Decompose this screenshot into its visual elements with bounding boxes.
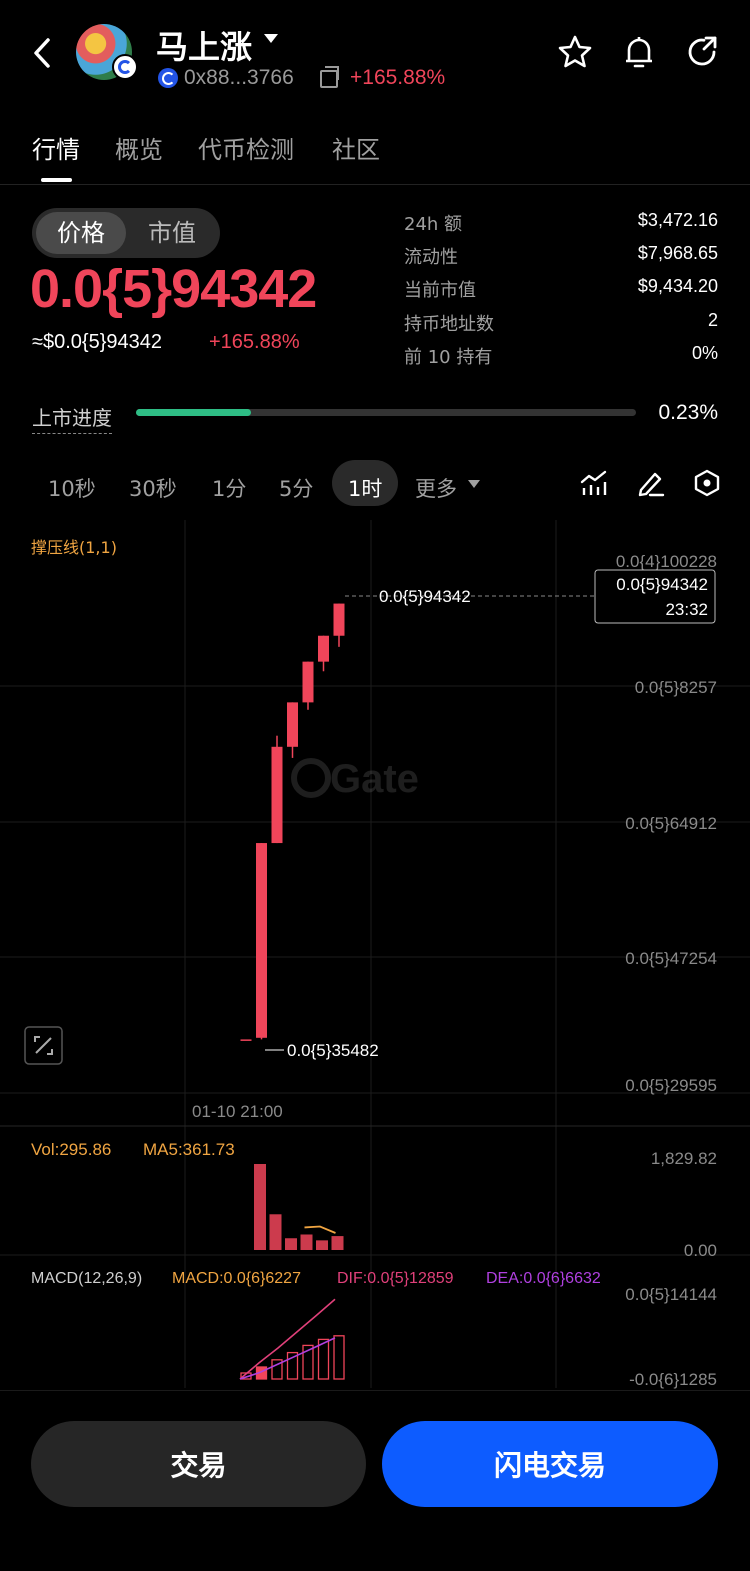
- stat-value: $7,968.65: [637, 243, 718, 263]
- tab-overview[interactable]: 概览: [115, 130, 163, 165]
- volume-bar: [331, 1236, 344, 1250]
- stat-label: 前 10 持有: [404, 347, 493, 368]
- tab-token-check[interactable]: 代币检测: [198, 130, 294, 165]
- stat-value: $3,472.16: [637, 210, 718, 230]
- dea-label: DEA:0.0{6}6632: [486, 1270, 601, 1287]
- toggle-price[interactable]: 价格: [36, 212, 126, 254]
- usd-price: ≈$0.0{5}94342: [32, 331, 162, 353]
- launch-progress-value: 0.23%: [658, 401, 718, 424]
- y-axis-tick: 0.0{5}64912: [625, 814, 717, 833]
- launch-progress-fill: [136, 409, 251, 416]
- volume-bars: [254, 1164, 344, 1250]
- settings-hexagon-icon[interactable]: [692, 468, 722, 498]
- share-icon[interactable]: [684, 34, 720, 70]
- volume-bar: [285, 1238, 297, 1250]
- volume-label: Vol:295.86: [31, 1140, 111, 1159]
- macd-value-label: MACD:0.0{6}6227: [172, 1270, 301, 1287]
- macd-histogram-bar: [333, 1335, 345, 1380]
- divider: [0, 1390, 750, 1391]
- low-price-label: 0.0{5}35482: [287, 1041, 379, 1060]
- kline-chart[interactable]: Gate 撑压线(1,1) 0.0{4}100228 0.0{5}8257 0.…: [0, 520, 750, 1390]
- header-price-change: +165.88%: [350, 66, 446, 89]
- interval-1h[interactable]: 1时: [348, 473, 382, 503]
- stat-label: 持币地址数: [404, 314, 494, 335]
- current-price: 0.0{5}94342: [30, 259, 317, 319]
- y-axis-tick: 0.0{5}8257: [635, 678, 717, 697]
- interval-30s[interactable]: 30秒: [129, 473, 177, 503]
- active-tab-indicator: [41, 178, 72, 182]
- stat-label: 流动性: [404, 247, 458, 268]
- launch-progress-label[interactable]: 上市进度: [32, 402, 112, 434]
- y-axis-tick: 0.0{5}29595: [625, 1076, 717, 1095]
- candle-body: [302, 661, 314, 703]
- stat-label: 当前市值: [404, 280, 476, 301]
- candle-body: [256, 843, 267, 1038]
- back-icon[interactable]: [30, 36, 56, 70]
- macd-label: MACD(12,26,9): [31, 1270, 142, 1287]
- dif-label: DIF:0.0{5}12859: [337, 1270, 454, 1287]
- contract-address: 0x88...3766: [184, 66, 294, 89]
- token-dropdown-icon[interactable]: [264, 34, 278, 43]
- chart-indicator-label: 撑压线(1,1): [31, 538, 117, 557]
- watermark-text: Gate: [330, 757, 419, 801]
- stat-value: $9,434.20: [637, 276, 718, 296]
- volume-ma5-label: MA5:361.73: [143, 1140, 235, 1159]
- volume-axis-tick: 1,829.82: [651, 1149, 717, 1168]
- last-price-box-value: 0.0{5}94342: [616, 575, 708, 594]
- chain-badge-icon: [112, 54, 138, 80]
- y-axis-tick: 0.0{5}47254: [625, 949, 717, 968]
- x-axis-tick: 01-10 21:00: [192, 1102, 283, 1121]
- y-axis-tick: 0.0{4}100228: [616, 552, 717, 571]
- macd-chart: [239, 1298, 345, 1380]
- interval-5m[interactable]: 5分: [279, 473, 313, 503]
- candle-body: [318, 635, 329, 662]
- chain-icon: [158, 68, 178, 88]
- candle-body: [333, 603, 345, 636]
- candle-body: [271, 746, 283, 844]
- interval-10s[interactable]: 10秒: [48, 473, 96, 503]
- stat-value: 0%: [691, 343, 718, 363]
- last-price-box-time: 23:32: [665, 600, 708, 619]
- bell-icon[interactable]: [621, 34, 657, 70]
- stat-value: 2: [707, 310, 718, 330]
- interval-1m[interactable]: 1分: [212, 473, 246, 503]
- candle-body: [240, 1039, 252, 1041]
- launch-progress-bar: [136, 409, 636, 416]
- volume-axis-tick: 0.00: [684, 1241, 717, 1260]
- price-change: +165.88%: [209, 331, 300, 353]
- watermark-logo: Gate: [291, 757, 419, 801]
- copy-icon[interactable]: [320, 66, 339, 88]
- stat-label: 24h 额: [404, 214, 463, 235]
- macd-axis-tick: 0.0{5}14144: [625, 1285, 717, 1304]
- tab-community[interactable]: 社区: [332, 130, 380, 165]
- macd-axis-tick: -0.0{6}1285: [629, 1370, 717, 1389]
- candle-body: [287, 702, 298, 747]
- more-caret-icon[interactable]: [468, 480, 480, 488]
- last-price-label: 0.0{5}94342: [379, 587, 471, 606]
- volume-bar: [316, 1240, 328, 1250]
- volume-bar: [269, 1214, 282, 1250]
- price-mode-toggle: 价格 市值: [32, 208, 220, 258]
- volume-ma5-line: [304, 1225, 336, 1234]
- volume-bar: [300, 1234, 313, 1250]
- indicator-icon[interactable]: [579, 468, 609, 498]
- toggle-market-cap[interactable]: 市值: [128, 212, 216, 254]
- draw-pen-icon[interactable]: [636, 468, 666, 498]
- trade-button[interactable]: 交易: [31, 1421, 366, 1507]
- star-icon[interactable]: [557, 34, 593, 70]
- volume-bar: [254, 1164, 266, 1250]
- interval-more[interactable]: 更多: [415, 473, 457, 503]
- flash-trade-button[interactable]: 闪电交易: [382, 1421, 718, 1507]
- fullscreen-icon[interactable]: [24, 1026, 63, 1065]
- tab-market[interactable]: 行情: [32, 130, 80, 165]
- divider: [0, 184, 750, 185]
- token-name[interactable]: 马上涨: [156, 22, 252, 68]
